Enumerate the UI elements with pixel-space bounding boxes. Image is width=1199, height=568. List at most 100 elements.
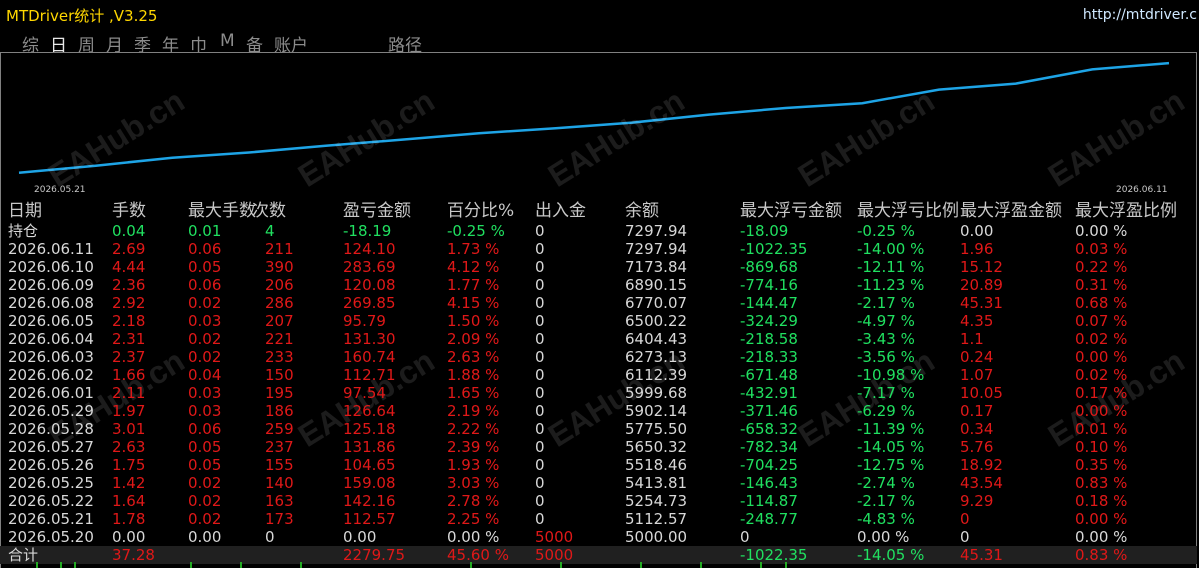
holding-row: 持仓 0.04 0.01 4 -18.19 -0.25 % 0 7297.94 -18.09 -0… [0,222,1197,240]
indicator-bar [240,562,242,568]
cell-col-3: 390 [265,258,294,276]
cell-col-11: 0.00 % [1075,222,1128,240]
cell-col-0: 2026.05.26 [8,456,94,474]
cell-col-6: 0 [535,348,545,366]
cell-col-0: 2026.05.22 [8,492,94,510]
cell-col-11: 0.00 % [1075,348,1128,366]
cell-col-1: 0.00 [112,528,146,546]
cell-col-1: 2.69 [112,240,146,258]
cell-col-1: 4.44 [112,258,146,276]
table-row: 2026.05.25 1.42 0.02 140 159.08 3.03 % 0 5413.8… [0,474,1197,492]
cell-col-11: 0.01 % [1075,420,1128,438]
cell-col-6: 0 [535,402,545,420]
table-row: 2026.05.22 1.64 0.02 163 142.16 2.78 % 0 5254.7… [0,492,1197,510]
tab-7[interactable]: M [220,31,235,51]
cell-col-3: 233 [265,348,294,366]
cell-col-10: 5.76 [960,438,994,456]
cell-col-6: 0 [535,510,545,528]
cell-col-11: 0.68 % [1075,294,1128,312]
cell-col-8: -704.25 [740,456,798,474]
website-link[interactable]: http://mtdriver.c [1083,7,1197,23]
cell-col-7: 6112.39 [625,366,688,384]
cell-col-0: 2026.05.28 [8,420,94,438]
cell-col-11: 0.31 % [1075,276,1128,294]
cell-col-3: 186 [265,402,294,420]
indicator-bar [560,562,562,568]
cell-col-2: 0.05 [188,456,222,474]
cell-col-2: 0.05 [188,438,222,456]
cell-col-11: 0.07 % [1075,312,1128,330]
cell-col-10: 15.12 [960,258,1003,276]
cell-col-4: 283.69 [343,258,396,276]
cell-col-9: -14.00 % [857,240,925,258]
cell-col-10: 1.96 [960,240,994,258]
cell-col-6: 0 [535,330,545,348]
cell-col-4: 269.85 [343,294,396,312]
cell-col-1: 1.42 [112,474,146,492]
cell-col-2: 最大手数 [188,201,256,221]
cell-col-4: 2279.75 [343,546,406,564]
table-header: 日期 手数 最大手数 次数 盈亏金额 百分比% 出入金 余额 最大浮亏金额 最大浮亏比例 最大浮盈金… [0,200,1197,222]
cell-col-0: 2026.05.29 [8,402,94,420]
cell-col-2: 0.02 [188,348,222,366]
cell-col-11: 0.02 % [1075,330,1128,348]
cell-col-11: 0.22 % [1075,258,1128,276]
cell-col-5: 2.09 % [447,330,500,348]
cell-col-10: 0 [960,510,970,528]
cell-col-1: 1.97 [112,402,146,420]
cell-col-6: 0 [535,258,545,276]
indicator-bar [700,562,702,568]
cell-col-0: 2026.05.21 [8,510,94,528]
cell-col-5: 2.19 % [447,402,500,420]
cell-col-9: -0.25 % [857,222,915,240]
cell-col-3: 140 [265,474,294,492]
cell-col-1: 1.64 [112,492,146,510]
indicator-bar [300,562,302,568]
cell-col-4: 104.65 [343,456,396,474]
cell-col-0: 2026.06.10 [8,258,94,276]
cell-col-5: 1.73 % [447,240,500,258]
table-row: 2026.06.02 1.66 0.04 150 112.71 1.88 % 0 6112.3… [0,366,1197,384]
cell-col-4: 131.86 [343,438,396,456]
chart-end-date: 2026.06.11 [1116,185,1168,195]
cell-col-10: 0 [960,528,970,546]
daily-stats-table: 日期 手数 最大手数 次数 盈亏金额 百分比% 出入金 余额 最大浮亏金额 最大浮亏比例 最大浮盈金… [0,200,1197,564]
cell-col-2: 0.06 [188,420,222,438]
cell-col-4: 126.64 [343,402,396,420]
cell-col-2: 0.04 [188,366,222,384]
table-row: 2026.06.10 4.44 0.05 390 283.69 4.12 % 0 7173.8… [0,258,1197,276]
cell-col-2: 0.03 [188,384,222,402]
indicator-bar [60,562,62,568]
cell-col-6: 0 [535,276,545,294]
cell-col-10: 1.1 [960,330,984,348]
cell-col-6: 0 [535,438,545,456]
cell-col-10: 0.17 [960,402,994,420]
cell-col-9: -10.98 % [857,366,925,384]
cell-col-9: -2.74 % [857,474,915,492]
cell-col-6: 0 [535,222,545,240]
cell-col-5: 2.78 % [447,492,500,510]
cell-col-0: 日期 [8,201,42,221]
cell-col-3: 206 [265,276,294,294]
table-row: 2026.06.01 2.11 0.03 195 97.54 1.65 % 0 5999.68… [0,384,1197,402]
cell-col-6: 0 [535,312,545,330]
cell-col-9: -14.05 % [857,438,925,456]
cell-col-2: 0.06 [188,276,222,294]
table-row: 2026.05.21 1.78 0.02 173 112.57 2.25 % 0 5112.5… [0,510,1197,528]
cell-col-0: 2026.06.11 [8,240,94,258]
cell-col-6: 0 [535,456,545,474]
cell-col-3: 237 [265,438,294,456]
cell-col-2: 0.02 [188,474,222,492]
cell-col-9: -2.17 % [857,492,915,510]
cell-col-9: 0.00 % [857,528,910,546]
indicator-bar [785,562,787,568]
cell-col-5: 45.60 % [447,546,509,564]
table-row: 2026.06.04 2.31 0.02 221 131.30 2.09 % 0 6404.4… [0,330,1197,348]
cell-col-5: 2.25 % [447,510,500,528]
cell-col-7: 5775.50 [625,420,688,438]
cell-col-8: -218.58 [740,330,798,348]
cell-col-0: 持仓 [8,222,39,240]
cell-col-11: 0.10 % [1075,438,1128,456]
cell-col-8: -146.43 [740,474,798,492]
cell-col-4: 95.79 [343,312,386,330]
